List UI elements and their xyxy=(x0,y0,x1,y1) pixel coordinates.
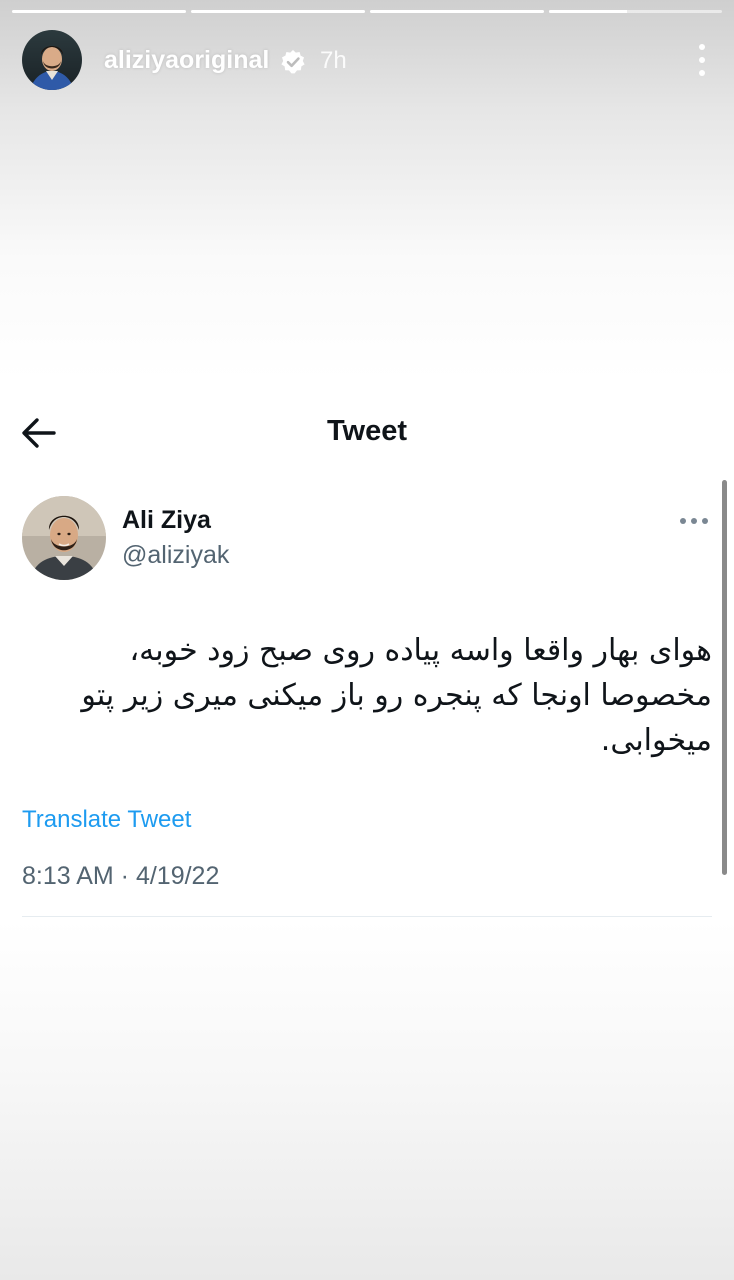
author-name[interactable]: Ali Ziya xyxy=(122,506,211,535)
story-progress-fill xyxy=(191,10,365,13)
avatar[interactable] xyxy=(22,496,106,580)
story-time: 7h xyxy=(320,47,347,74)
tweet-timestamp: 8:13 AM · 4/19/22 xyxy=(22,862,220,890)
verified-badge-icon xyxy=(280,49,306,75)
story-header: aliziyaoriginal 7h xyxy=(22,30,712,92)
translate-tweet-link[interactable]: Translate Tweet xyxy=(22,806,191,834)
story-progress-fill xyxy=(12,10,186,13)
more-horizontal-icon[interactable] xyxy=(680,518,708,524)
story-avatar[interactable] xyxy=(22,30,82,90)
author-handle[interactable]: @aliziyak xyxy=(122,541,229,570)
story-progress xyxy=(12,10,722,13)
tweet-text: هوای بهار واقعا واسه پیاده روی صبح زود خ… xyxy=(81,633,712,758)
more-vertical-icon[interactable] xyxy=(692,42,712,78)
story-progress-segment xyxy=(370,10,544,13)
story-progress-segment xyxy=(191,10,365,13)
tweet-nav-bar: Tweet xyxy=(0,400,734,470)
story-progress-fill xyxy=(549,10,627,13)
tweet-author: Ali Ziya @aliziyak xyxy=(22,496,712,586)
scrollbar[interactable] xyxy=(722,480,727,875)
page-title: Tweet xyxy=(326,415,408,447)
divider xyxy=(22,916,712,917)
story-progress-segment xyxy=(549,10,722,13)
story-progress-segment xyxy=(12,10,186,13)
story-username[interactable]: aliziyaoriginal xyxy=(104,46,269,75)
story-progress-fill xyxy=(370,10,544,13)
